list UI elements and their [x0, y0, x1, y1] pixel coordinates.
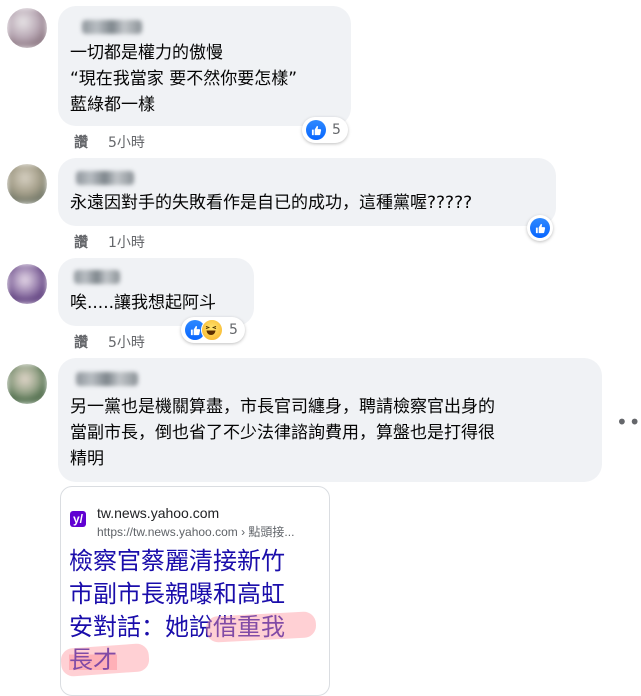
comment-text-line: 永遠因對手的失敗看作是自已的成功，這種黨喔?????: [70, 193, 473, 213]
link-url: https://tw.news.yahoo.com › 點頭接...: [97, 525, 295, 539]
commenter-name[interactable]: [82, 20, 142, 34]
comment-text-line: 藍綠都一樣: [70, 95, 155, 115]
comment-timestamp[interactable]: 5小時: [108, 132, 145, 152]
comment-bubble: 永遠因對手的失敗看作是自已的成功，這種黨喔?????: [58, 158, 556, 226]
yahoo-logo-icon: y/: [70, 511, 86, 527]
like-button[interactable]: 讚: [74, 332, 88, 352]
like-icon: [306, 120, 326, 140]
like-button[interactable]: 讚: [74, 132, 88, 152]
like-icon: [530, 218, 550, 238]
reaction-count: 5: [229, 322, 238, 338]
comment-text-line: 當副市長，倒也省了不少法律諮詢費用，算盤也是打得很: [70, 423, 495, 443]
comment-timestamp[interactable]: 1小時: [108, 232, 145, 252]
reaction-count: 5: [332, 122, 341, 138]
commenter-avatar[interactable]: [7, 364, 47, 404]
comment-text-line: “現在我當家 要不然你要怎樣”: [70, 69, 298, 89]
comment-text-line: 精明: [70, 449, 104, 469]
comment-bubble: 唉.....讓我想起阿斗: [58, 258, 254, 326]
comment-timestamp[interactable]: 5小時: [108, 332, 145, 352]
headline-line: 檢察官蔡麗清接新竹: [69, 547, 285, 575]
comment-bubble: 一切都是權力的傲慢 “現在我當家 要不然你要怎樣” 藍綠都一樣: [58, 6, 351, 126]
haha-icon: [201, 319, 223, 341]
reaction-summary[interactable]: 5: [302, 117, 348, 143]
more-horizontal-icon[interactable]: •••: [616, 412, 641, 432]
reaction-summary[interactable]: [527, 215, 553, 241]
commenter-avatar[interactable]: [7, 264, 47, 304]
commenter-name[interactable]: [76, 372, 138, 386]
comment-actions: 讚 5小時: [74, 132, 145, 152]
commenter-name[interactable]: [76, 171, 134, 185]
comment-text-line: 唉.....讓我想起阿斗: [70, 293, 217, 313]
comment-actions: 讚 5小時: [74, 332, 145, 352]
commenter-name[interactable]: [74, 270, 120, 284]
link-preview-card[interactable]: y/ tw.news.yahoo.com https://tw.news.yah…: [60, 486, 330, 696]
commenter-avatar[interactable]: [7, 8, 47, 48]
comment-text-line: 一切都是權力的傲慢: [70, 43, 223, 63]
link-site-name: tw.news.yahoo.com: [97, 505, 220, 521]
reaction-summary[interactable]: 5: [181, 317, 245, 343]
comment-actions: 讚 1小時: [74, 232, 145, 252]
like-button[interactable]: 讚: [74, 232, 88, 252]
headline-line: 市副市長親曝和高虹: [69, 580, 285, 608]
commenter-avatar[interactable]: [7, 164, 47, 204]
comment-bubble: 另一黨也是機關算盡，市長官司纏身，聘請檢察官出身的 當副市長，倒也省了不少法律諮…: [58, 358, 602, 482]
comment-text-line: 另一黨也是機關算盡，市長官司纏身，聘請檢察官出身的: [70, 397, 495, 417]
